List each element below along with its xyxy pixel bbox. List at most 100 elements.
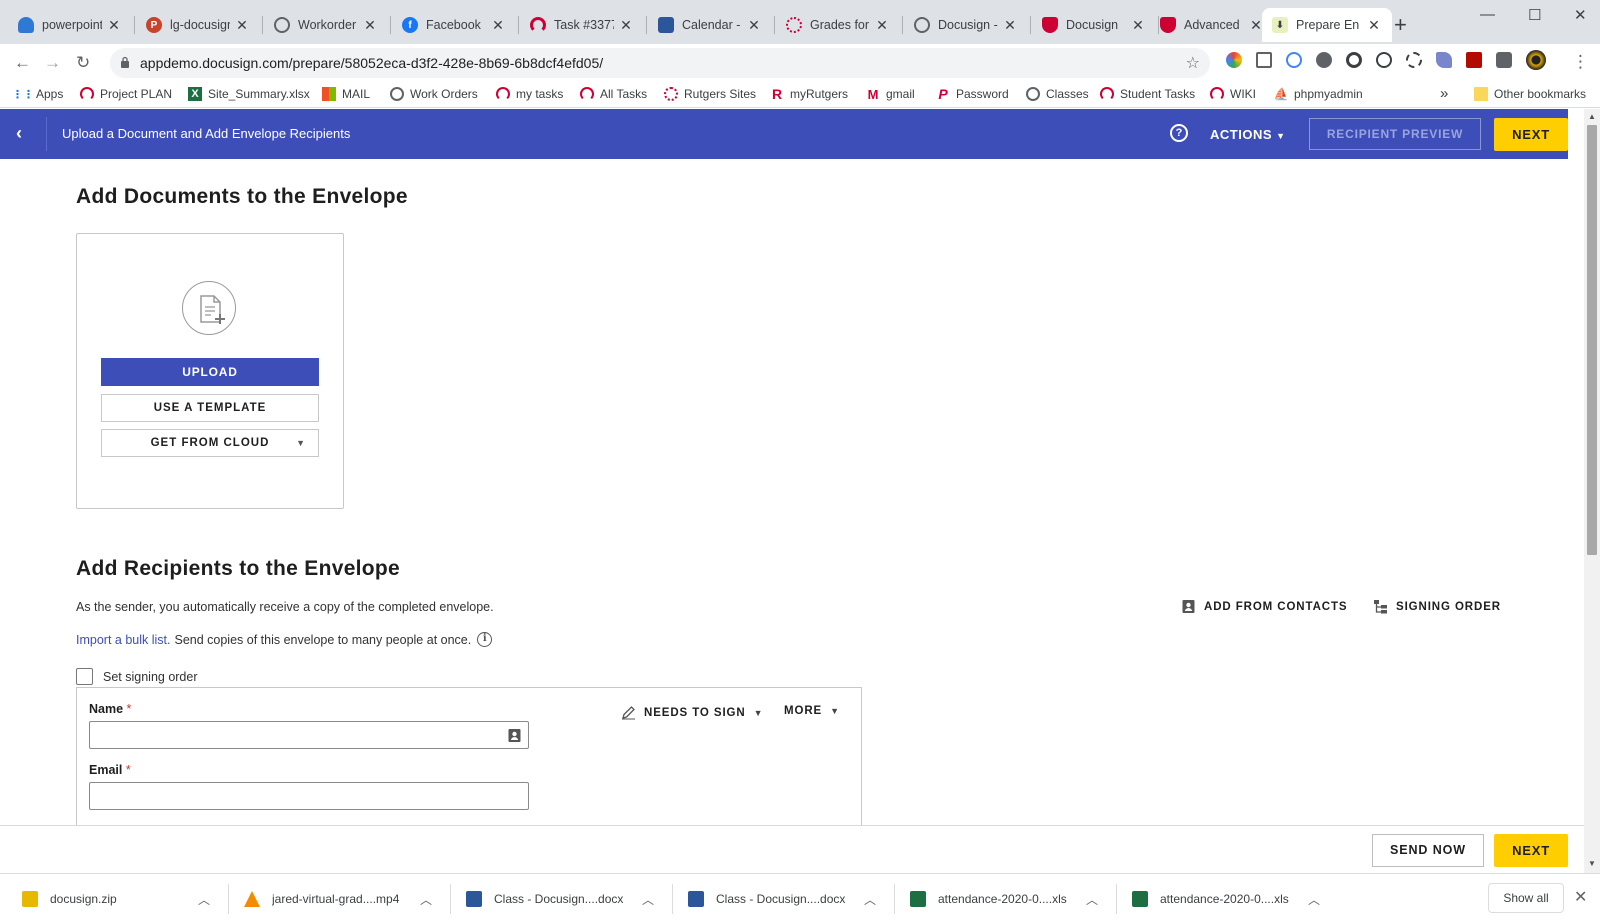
bookmark-item[interactable]: my tasks: [496, 87, 563, 101]
browser-tab-active[interactable]: ⬇ Prepare En ✕: [1262, 8, 1392, 42]
chevron-up-icon[interactable]: ︿: [194, 891, 214, 908]
address-bar[interactable]: appdemo.docusign.com/prepare/58052eca-d3…: [110, 48, 1210, 78]
back-arrow-icon[interactable]: ←: [14, 53, 31, 73]
profile-avatar[interactable]: [1526, 50, 1546, 70]
browser-tab[interactable]: Task #3377 ✕: [520, 8, 644, 42]
more-options-dropdown[interactable]: MORE ▼: [784, 705, 840, 717]
new-tab-button[interactable]: +: [1394, 12, 1407, 38]
bookmark-item[interactable]: ⛵ phpmyadmin: [1274, 87, 1363, 101]
email-input[interactable]: [89, 782, 529, 810]
color-picker-extension-icon[interactable]: [1226, 52, 1242, 68]
bookmark-item[interactable]: WIKI: [1210, 87, 1256, 101]
upload-drop-zone[interactable]: UPLOAD USE A TEMPLATE GET FROM CLOUD ▼: [76, 233, 344, 509]
set-signing-order-checkbox[interactable]: Set signing order: [76, 668, 198, 685]
bookmark-apps[interactable]: ⋮⋮ Apps: [12, 87, 63, 101]
chevron-up-icon[interactable]: ︿: [1082, 891, 1102, 908]
close-downloads-icon[interactable]: ✕: [1574, 887, 1587, 907]
chevron-up-icon[interactable]: ︿: [416, 891, 436, 908]
chevron-up-icon[interactable]: ︿: [638, 891, 658, 908]
browser-tab[interactable]: Docusign ✕: [1032, 8, 1156, 42]
minimize-window-icon[interactable]: —: [1480, 6, 1495, 23]
page-scrollbar[interactable]: ▲ ▼: [1584, 109, 1600, 873]
bookmark-item[interactable]: Project PLAN: [80, 87, 172, 101]
info-icon[interactable]: i: [477, 632, 493, 647]
browser-tab[interactable]: Grades for ✕: [776, 8, 900, 42]
signing-order-button[interactable]: SIGNING ORDER: [1373, 599, 1501, 614]
checkbox-unchecked[interactable]: [76, 668, 93, 685]
bookmark-item[interactable]: P Password: [936, 86, 1008, 102]
close-tab-icon[interactable]: ✕: [618, 17, 634, 34]
maximize-window-icon[interactable]: ☐: [1528, 6, 1541, 24]
download-item[interactable]: Class - Docusign....docx ︿: [456, 880, 666, 918]
actions-menu[interactable]: ACTIONS ▼: [1210, 127, 1286, 142]
needs-to-sign-dropdown[interactable]: NEEDS TO SIGN ▼: [621, 705, 763, 720]
name-input[interactable]: [89, 721, 529, 749]
at-extension-icon[interactable]: [1376, 52, 1392, 68]
bookmark-item[interactable]: MAIL: [322, 87, 370, 101]
next-button-top[interactable]: NEXT: [1494, 118, 1568, 151]
close-window-icon[interactable]: ✕: [1574, 6, 1587, 24]
download-item[interactable]: docusign.zip ︿: [12, 880, 222, 918]
more-bookmarks-chevron[interactable]: »: [1440, 85, 1448, 102]
close-tab-icon[interactable]: ✕: [1002, 17, 1018, 34]
circle-extension-icon[interactable]: [1316, 52, 1332, 68]
forward-arrow-icon[interactable]: →: [44, 53, 61, 73]
download-item[interactable]: Class - Docusign....docx ︿: [678, 880, 888, 918]
download-item[interactable]: attendance-2020-0....xls ︿: [1122, 880, 1332, 918]
calendar-extension-icon[interactable]: [1256, 52, 1272, 68]
close-tab-icon[interactable]: ✕: [490, 17, 506, 34]
scroll-up-arrow-icon[interactable]: ▲: [1588, 112, 1596, 121]
download-item[interactable]: jared-virtual-grad....mp4 ︿: [234, 880, 444, 918]
get-from-cloud-button[interactable]: GET FROM CLOUD ▼: [101, 429, 319, 457]
next-button-bottom[interactable]: NEXT: [1494, 834, 1568, 867]
close-tab-icon[interactable]: ✕: [106, 17, 122, 34]
puzzle-extensions-icon[interactable]: [1496, 52, 1512, 68]
browser-tab[interactable]: powerpoint ✕: [8, 8, 132, 42]
close-tab-icon[interactable]: ✕: [234, 17, 250, 34]
add-from-contacts-button[interactable]: ADD FROM CONTACTS: [1181, 599, 1348, 614]
chevron-up-icon[interactable]: ︿: [1304, 891, 1324, 908]
scroll-down-arrow-icon[interactable]: ▼: [1588, 859, 1596, 868]
chevron-up-icon[interactable]: ︿: [860, 891, 880, 908]
bookmark-item[interactable]: Rutgers Sites: [664, 87, 756, 101]
home-extension-icon[interactable]: [1286, 52, 1302, 68]
bookmark-item[interactable]: X Site_Summary.xlsx: [188, 87, 310, 101]
other-bookmarks-folder[interactable]: Other bookmarks: [1474, 87, 1586, 101]
close-tab-icon[interactable]: ✕: [362, 17, 378, 34]
target-extension-icon[interactable]: [1406, 52, 1422, 68]
close-tab-icon[interactable]: ✕: [1366, 17, 1382, 34]
help-icon[interactable]: ?: [1170, 124, 1188, 142]
show-all-downloads-button[interactable]: Show all: [1488, 883, 1564, 913]
import-bulk-list-link[interactable]: Import a bulk list.: [76, 633, 170, 647]
download-item[interactable]: attendance-2020-0....xls ︿: [900, 880, 1110, 918]
browser-tab[interactable]: f Facebook ✕: [392, 8, 516, 42]
feather-extension-icon[interactable]: [1436, 52, 1452, 68]
contacts-lookup-icon[interactable]: [507, 728, 522, 743]
scrollbar-thumb[interactable]: [1587, 125, 1597, 555]
bookmark-item[interactable]: Work Orders: [390, 87, 478, 101]
bookmark-star-icon[interactable]: ☆: [1186, 53, 1200, 73]
browser-tab[interactable]: Calendar - ✕: [648, 8, 772, 42]
upload-button[interactable]: UPLOAD: [101, 358, 319, 386]
bookmark-item[interactable]: All Tasks: [580, 87, 647, 101]
bookmark-item[interactable]: Classes: [1026, 87, 1089, 101]
reload-icon[interactable]: ↻: [76, 53, 90, 73]
use-template-button[interactable]: USE A TEMPLATE: [101, 394, 319, 422]
bookmark-item[interactable]: RmyRutgers: [770, 86, 848, 102]
send-now-button[interactable]: SEND NOW: [1372, 834, 1484, 867]
browser-menu-icon[interactable]: ⋮: [1572, 52, 1589, 72]
back-chevron-icon[interactable]: ‹: [16, 123, 22, 144]
browser-tab[interactable]: P lg-docusign ✕: [136, 8, 260, 42]
close-tab-icon[interactable]: ✕: [1130, 17, 1146, 34]
browser-tab[interactable]: Docusign - ✕: [904, 8, 1028, 42]
refresh-extension-icon[interactable]: [1346, 52, 1362, 68]
bookmark-item[interactable]: Student Tasks: [1100, 87, 1195, 101]
bookmarks-bar: ⋮⋮ Apps Project PLAN X Site_Summary.xlsx M…: [0, 82, 1600, 108]
browser-tab[interactable]: Workorder ✕: [264, 8, 388, 42]
browser-tab[interactable]: Advanced D ✕: [1150, 8, 1274, 42]
acrobat-extension-icon[interactable]: [1466, 52, 1482, 68]
bookmark-item[interactable]: Mgmail: [866, 87, 915, 102]
close-tab-icon[interactable]: ✕: [874, 17, 890, 34]
recipient-preview-button[interactable]: RECIPIENT PREVIEW: [1309, 118, 1481, 150]
close-tab-icon[interactable]: ✕: [746, 17, 762, 34]
